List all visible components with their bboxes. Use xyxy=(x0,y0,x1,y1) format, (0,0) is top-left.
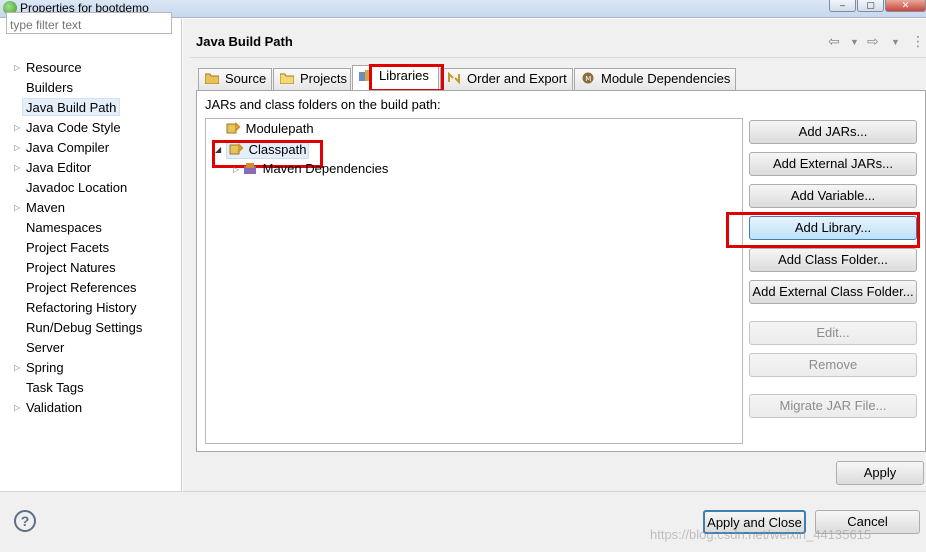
page-title: Java Build Path xyxy=(196,34,293,49)
add-class-folder-button[interactable]: Add Class Folder... xyxy=(749,248,917,272)
expand-arrow-icon[interactable]: ▷ xyxy=(14,359,22,377)
nav-item-namespaces[interactable]: Namespaces xyxy=(23,219,105,237)
migrate-jar-button[interactable]: Migrate JAR File... xyxy=(749,394,917,418)
nav-item-project-facets[interactable]: Project Facets xyxy=(23,239,112,257)
highlight-box xyxy=(726,212,920,248)
expand-arrow-icon[interactable]: ▷ xyxy=(14,59,22,77)
nav-item-resource[interactable]: Resource xyxy=(23,59,85,77)
library-container-icon xyxy=(226,121,242,135)
module-icon: M xyxy=(581,72,595,84)
svg-text:M: M xyxy=(585,75,591,83)
filter-input[interactable] xyxy=(6,12,172,34)
dropdown-icon[interactable]: ▼ xyxy=(850,37,859,47)
remove-button[interactable]: Remove xyxy=(749,353,917,377)
expand-arrow-icon[interactable]: ▷ xyxy=(14,119,22,137)
minimize-button[interactable]: – xyxy=(829,0,856,12)
tab-order-and-export[interactable]: Order and Export xyxy=(440,68,573,90)
add-external-jars-button[interactable]: Add External JARs... xyxy=(749,152,917,176)
more-icon[interactable]: ⋮ xyxy=(911,33,925,50)
nav-item-java-editor[interactable]: Java Editor xyxy=(23,159,94,177)
nav-item-refactoring-history[interactable]: Refactoring History xyxy=(23,299,140,317)
tab-label: Projects xyxy=(300,71,347,86)
nav-item-server[interactable]: Server xyxy=(23,339,67,357)
tree-item-maven-dependencies[interactable]: Maven Dependencies xyxy=(243,161,388,179)
nav-item-run-debug-settings[interactable]: Run/Debug Settings xyxy=(23,319,145,337)
header-separator xyxy=(190,57,926,58)
nav-item-validation[interactable]: Validation xyxy=(23,399,85,417)
add-variable-button[interactable]: Add Variable... xyxy=(749,184,917,208)
maximize-button[interactable]: ▢ xyxy=(857,0,884,12)
order-export-icon xyxy=(447,71,461,85)
projects-folder-icon xyxy=(279,72,295,85)
expand-arrow-icon[interactable]: ▷ xyxy=(14,399,22,417)
expand-arrow-icon[interactable]: ▷ xyxy=(14,199,22,217)
nav-item-javadoc-location[interactable]: Javadoc Location xyxy=(23,179,130,197)
tree-item-label: Modulepath xyxy=(245,121,314,136)
add-jars-button[interactable]: Add JARs... xyxy=(749,120,917,144)
dropdown-icon[interactable]: ▼ xyxy=(891,37,900,47)
nav-item-builders[interactable]: Builders xyxy=(23,79,76,97)
tab-module-dependencies[interactable]: M Module Dependencies xyxy=(574,68,736,90)
edit-button[interactable]: Edit... xyxy=(749,321,917,345)
nav-item-task-tags[interactable]: Task Tags xyxy=(23,379,87,397)
tab-label: Module Dependencies xyxy=(601,71,731,86)
expand-arrow-icon[interactable]: ▷ xyxy=(14,139,22,157)
source-folder-icon xyxy=(204,72,220,85)
highlight-box xyxy=(369,64,444,92)
close-window-button[interactable]: ✕ xyxy=(885,0,926,12)
back-arrow-icon[interactable]: ⇦ xyxy=(828,33,840,50)
expand-arrow-icon[interactable]: ▷ xyxy=(233,165,239,174)
watermark: https://blog.csdn.net/weixin_44135615 xyxy=(650,527,872,542)
forward-arrow-icon[interactable]: ⇨ xyxy=(867,33,879,50)
maven-library-icon xyxy=(243,161,259,175)
tab-label: Order and Export xyxy=(467,71,567,86)
tab-label: Source xyxy=(225,71,267,86)
nav-item-java-code-style[interactable]: Java Code Style xyxy=(23,119,124,137)
expand-arrow-icon[interactable]: ▷ xyxy=(14,159,22,177)
nav-item-spring[interactable]: Spring xyxy=(23,359,67,377)
libraries-description: JARs and class folders on the build path… xyxy=(205,97,441,112)
tree-item-modulepath[interactable]: Modulepath xyxy=(226,121,314,139)
add-external-class-folder-button[interactable]: Add External Class Folder... xyxy=(749,280,917,304)
tab-projects[interactable]: Projects xyxy=(273,68,351,90)
nav-item-maven[interactable]: Maven xyxy=(23,199,68,217)
nav-item-java-build-path[interactable]: Java Build Path xyxy=(22,98,121,116)
help-icon[interactable]: ? xyxy=(14,510,36,532)
nav-item-project-references[interactable]: Project References xyxy=(23,279,140,297)
nav-item-project-natures[interactable]: Project Natures xyxy=(23,259,119,277)
tree-item-label: Maven Dependencies xyxy=(262,161,389,176)
nav-item-java-compiler[interactable]: Java Compiler xyxy=(23,139,112,157)
tab-source[interactable]: Source xyxy=(198,68,272,90)
apply-button[interactable]: Apply xyxy=(836,461,924,485)
